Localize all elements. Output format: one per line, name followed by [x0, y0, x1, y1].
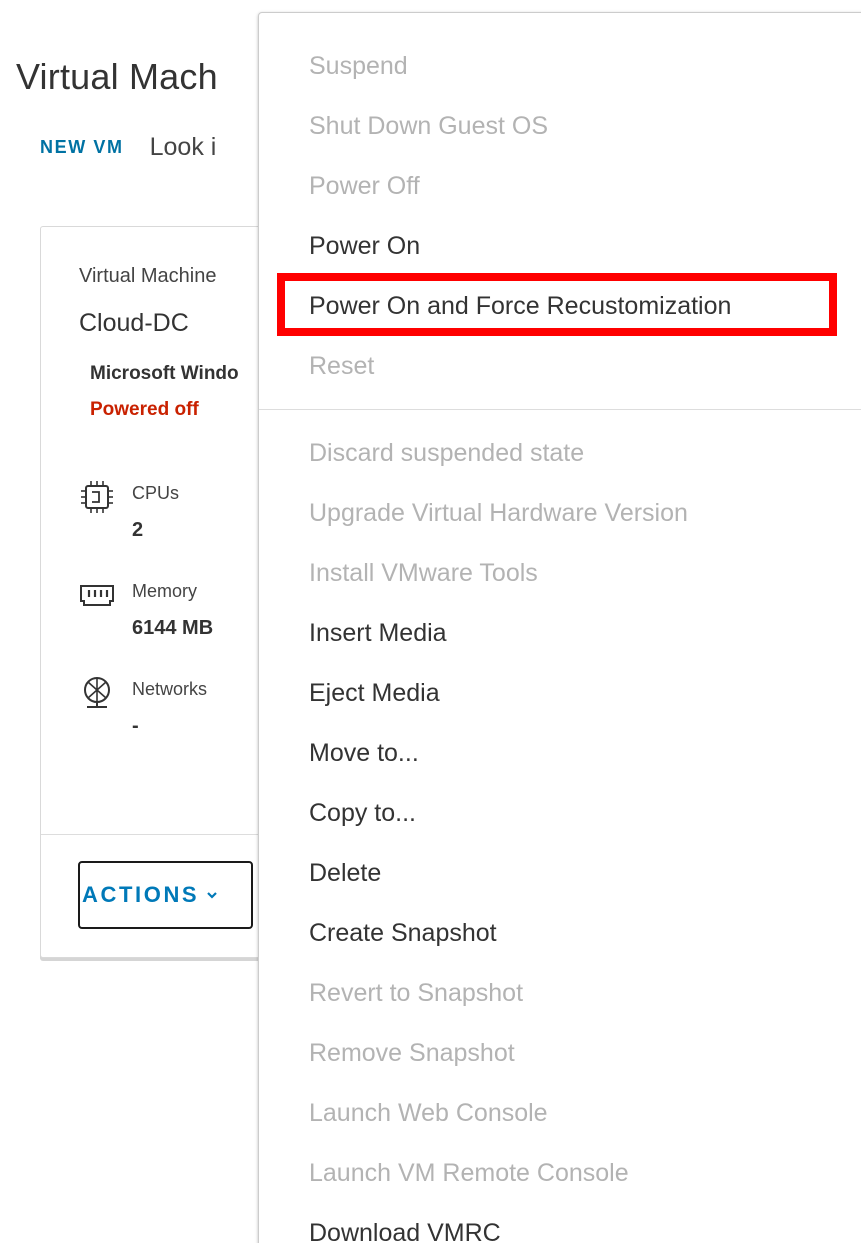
menu-item-shut-down-guest-os[interactable]: Shut Down Guest OS	[309, 111, 548, 141]
spec-label-cpus: CPUs	[132, 483, 180, 503]
menu-item-launch-web-console[interactable]: Launch Web Console	[309, 1098, 548, 1128]
menu-item-power-on-and-force-recustomization[interactable]: Power On and Force Recustomization	[309, 291, 731, 321]
toolbar: NEW VM Look i	[40, 130, 216, 164]
menu-item-power-on[interactable]: Power On	[309, 231, 420, 261]
menu-item-upgrade-virtual-hardware-version[interactable]: Upgrade Virtual Hardware Version	[309, 498, 688, 528]
menu-item-create-snapshot[interactable]: Create Snapshot	[309, 918, 497, 948]
menu-divider	[259, 409, 861, 410]
cpu-icon	[81, 481, 113, 513]
menu-item-launch-vm-remote-console[interactable]: Launch VM Remote Console	[309, 1158, 629, 1188]
spec-label-memory: Memory	[132, 581, 198, 601]
menu-item-download-vmrc[interactable]: Download VMRC	[309, 1218, 501, 1243]
menu-item-power-off[interactable]: Power Off	[309, 171, 420, 201]
vm-page: Virtual Mach NEW VM Look i Virtual Machi…	[0, 0, 861, 1243]
actions-button[interactable]: ACTIONS	[78, 861, 253, 929]
menu-item-install-vmware-tools[interactable]: Install VMware Tools	[309, 558, 538, 588]
power-state-badge: Powered off	[90, 399, 199, 420]
menu-item-discard-suspended-state[interactable]: Discard suspended state	[309, 438, 584, 468]
vm-name[interactable]: Cloud-DC	[79, 309, 189, 338]
menu-item-copy-to[interactable]: Copy to...	[309, 798, 416, 828]
menu-item-eject-media[interactable]: Eject Media	[309, 678, 440, 708]
spec-value-cpus: 2	[132, 519, 144, 541]
menu-item-revert-to-snapshot[interactable]: Revert to Snapshot	[309, 978, 523, 1008]
guest-os: Microsoft Windo	[90, 363, 239, 384]
menu-item-insert-media[interactable]: Insert Media	[309, 618, 447, 648]
network-icon	[84, 677, 110, 708]
card-type-label: Virtual Machine	[79, 265, 217, 287]
actions-dropdown-menu: Suspend Shut Down Guest OS Power Off Power …	[258, 12, 861, 1243]
spec-label-networks: Networks	[132, 679, 208, 699]
memory-icon	[80, 585, 114, 606]
page-title: Virtual Mach	[16, 56, 218, 97]
search-hint-text[interactable]: Look i	[150, 133, 217, 162]
spec-value-networks: -	[132, 715, 139, 737]
new-vm-button[interactable]: NEW VM	[40, 137, 124, 158]
menu-item-delete[interactable]: Delete	[309, 858, 381, 888]
spec-value-memory: 6144 MB	[132, 617, 214, 639]
menu-item-suspend[interactable]: Suspend	[309, 51, 408, 81]
actions-label: ACTIONS	[82, 882, 200, 907]
chevron-down-icon	[207, 892, 217, 899]
menu-item-reset[interactable]: Reset	[309, 351, 374, 381]
menu-item-remove-snapshot[interactable]: Remove Snapshot	[309, 1038, 515, 1068]
menu-item-move-to[interactable]: Move to...	[309, 738, 419, 768]
